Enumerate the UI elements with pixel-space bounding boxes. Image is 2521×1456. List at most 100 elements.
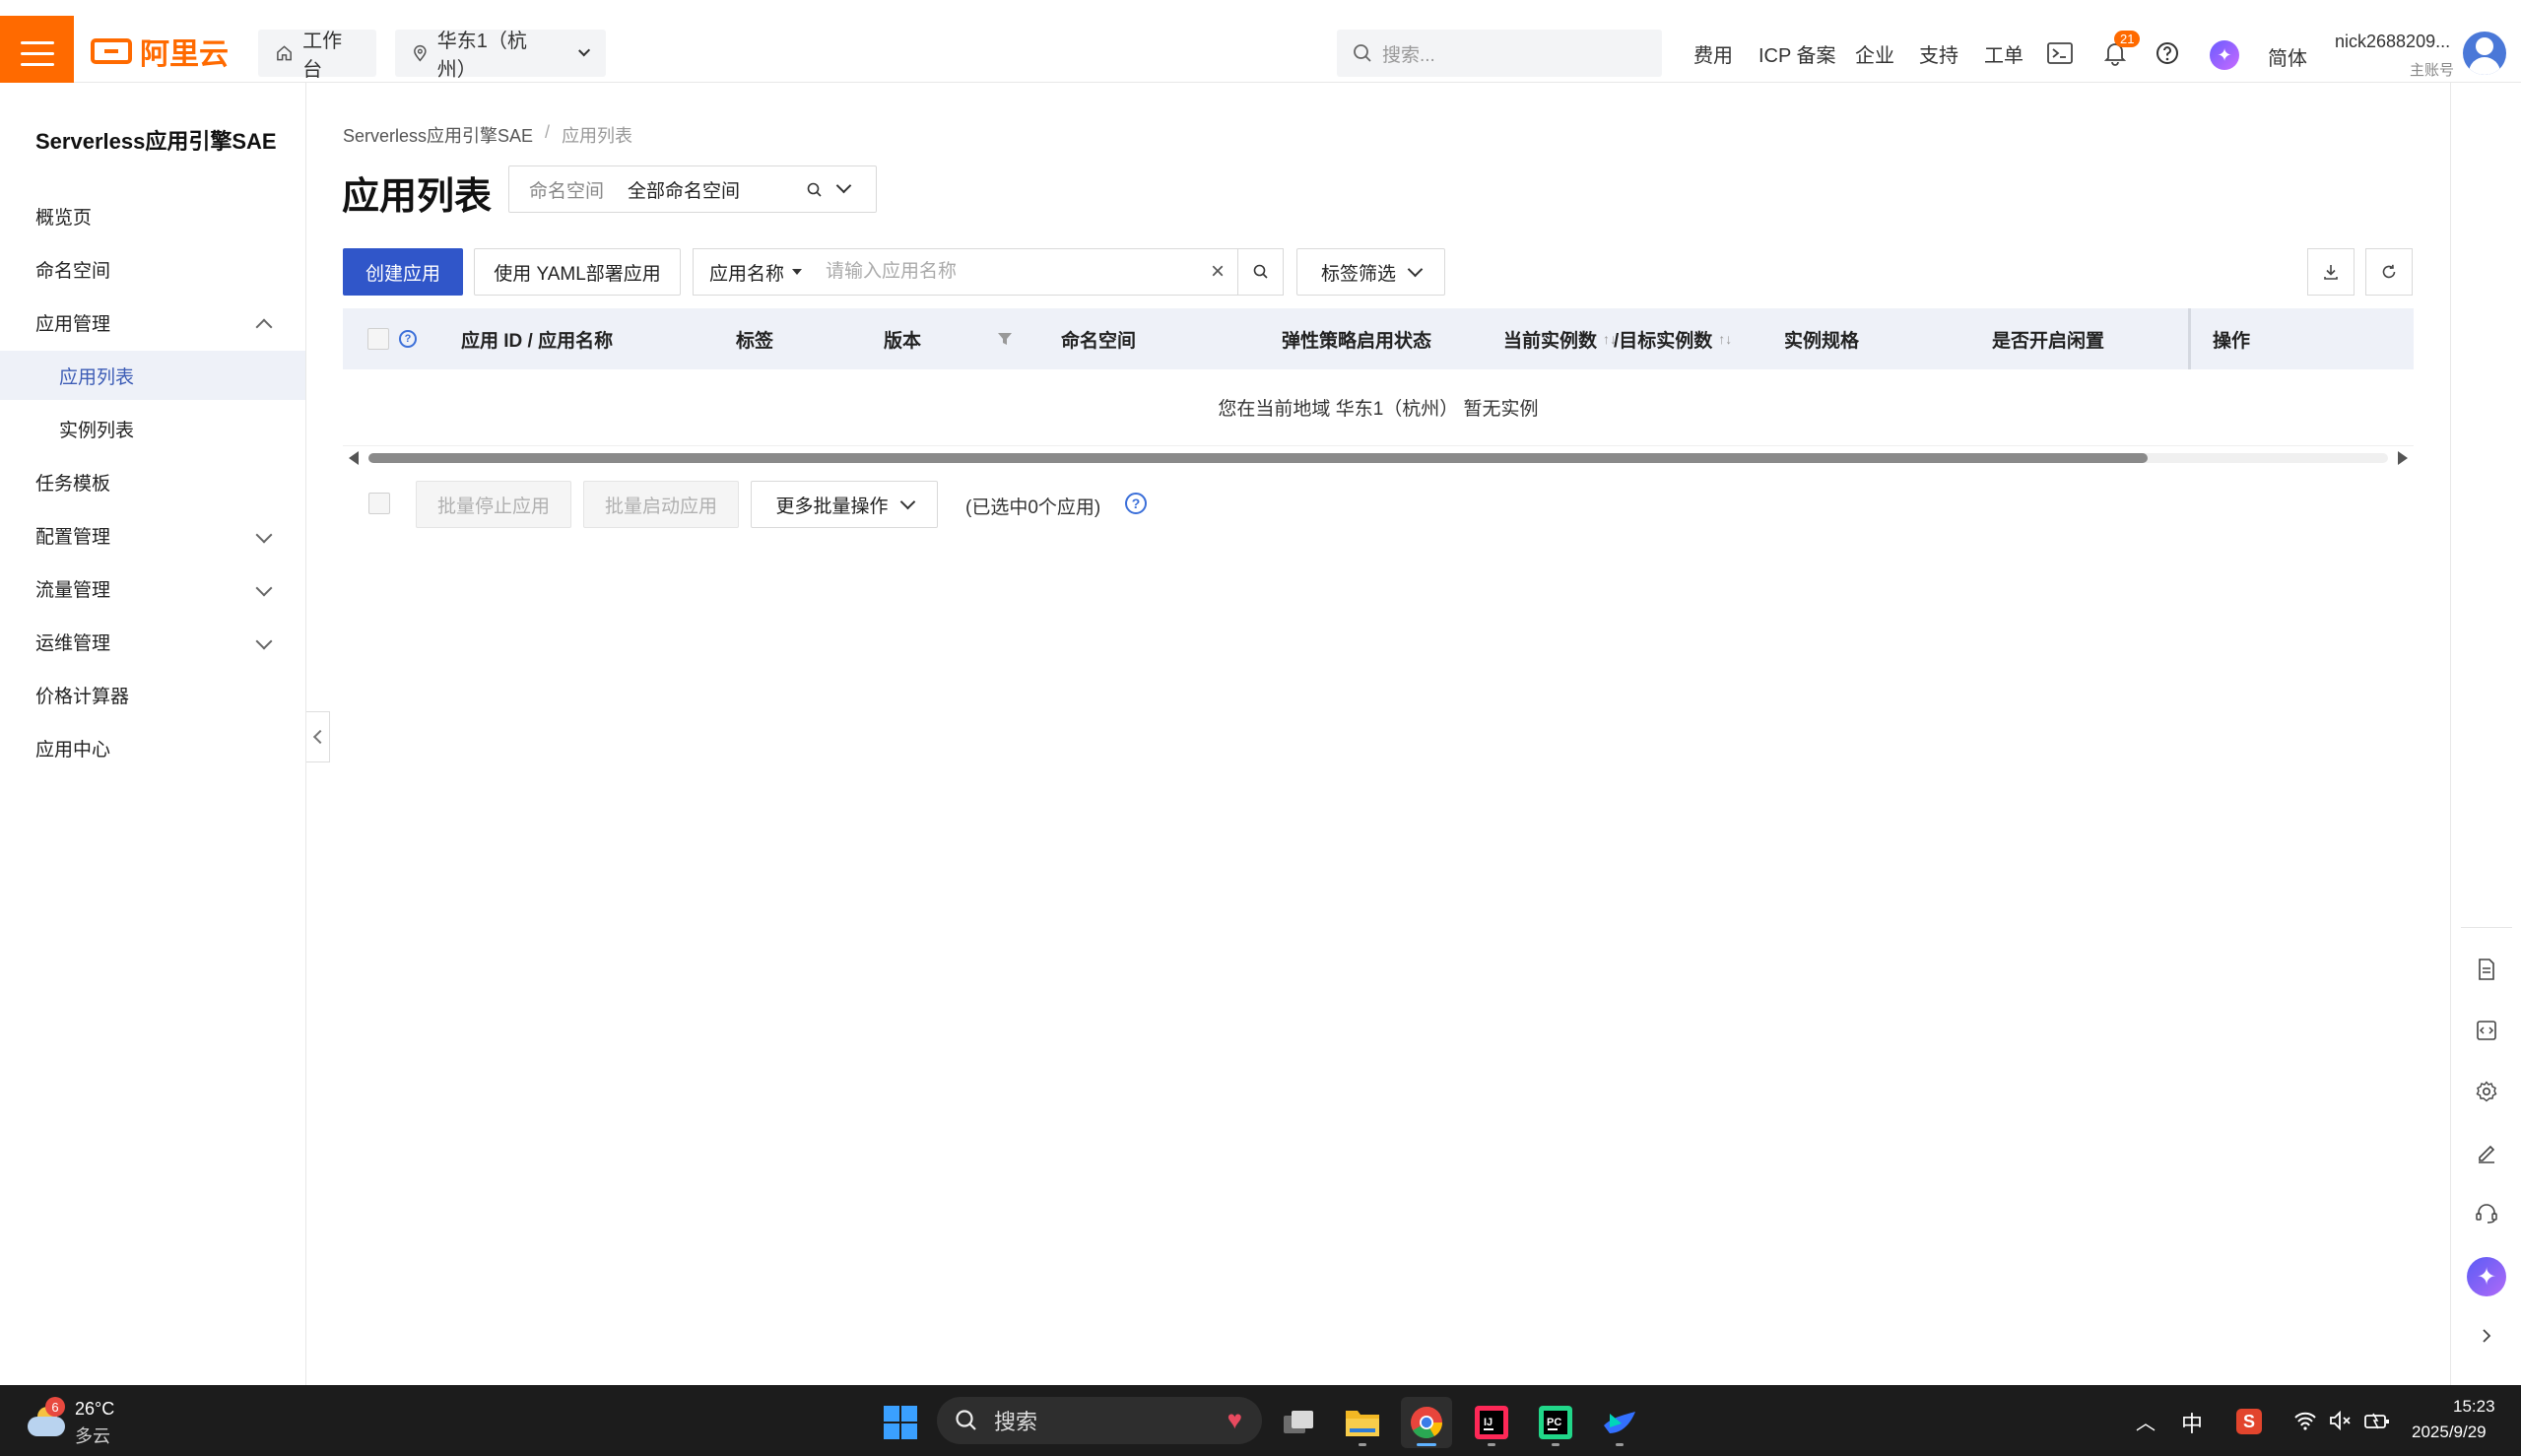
column-instance-spec: 实例规格 <box>1784 330 1860 352</box>
more-batch-button[interactable]: 更多批量操作 <box>751 481 938 528</box>
checkbox <box>367 328 389 350</box>
tag-filter-button[interactable]: 标签筛选 <box>1296 248 1445 296</box>
intellij-app[interactable]: IJ <box>1466 1397 1517 1448</box>
column-scaling-status: 弹性策略启用状态 <box>1282 330 1432 352</box>
chevron-down-icon <box>1407 261 1424 277</box>
batch-select-checkbox[interactable] <box>368 493 390 514</box>
ai-assistant-icon[interactable]: ✦ <box>2467 1257 2506 1296</box>
weather-icon[interactable]: 6 <box>26 1397 67 1438</box>
sidebar-item-app-list[interactable]: 应用列表 <box>0 351 305 400</box>
battery-icon[interactable] <box>2364 1411 2390 1430</box>
filter-icon[interactable] <box>997 308 1013 369</box>
sidebar-item-label: 应用中心 <box>35 739 111 761</box>
sidebar-collapse-button[interactable] <box>306 711 330 762</box>
sogou-input-icon[interactable]: S <box>2236 1409 2262 1434</box>
pycharm-app[interactable]: PC <box>1530 1397 1581 1448</box>
sidebar-item-label: 任务模板 <box>35 473 111 495</box>
chrome-app[interactable] <box>1401 1397 1452 1448</box>
taskbar-search[interactable]: 搜索 ♥ <box>937 1397 1262 1444</box>
task-view-button[interactable] <box>1273 1397 1324 1448</box>
chrome-icon <box>1411 1406 1442 1439</box>
link-ticket[interactable]: 工单 <box>1984 39 2023 68</box>
edit-icon[interactable] <box>2471 1137 2502 1168</box>
ai-assistant-icon[interactable]: ✦ <box>2210 40 2239 70</box>
refresh-button[interactable] <box>2365 248 2413 296</box>
ime-indicator[interactable]: 中 <box>2181 1407 2203 1438</box>
start-button[interactable] <box>875 1397 926 1448</box>
user-name[interactable]: nick2688209... <box>2335 32 2450 52</box>
chevron-down-icon <box>899 494 915 509</box>
folder-icon <box>1346 1411 1379 1436</box>
avatar[interactable] <box>2463 32 2506 75</box>
scroll-left-icon[interactable] <box>349 451 359 465</box>
sidebar-item-app-center[interactable]: 应用中心 <box>0 723 305 772</box>
chevron-right-icon[interactable] <box>2471 1320 2502 1352</box>
intellij-icon: IJ <box>1475 1406 1508 1439</box>
horizontal-scrollbar[interactable] <box>347 449 2410 465</box>
column-target-instances-label: /目标实例数 <box>1614 330 1713 352</box>
sidebar-item-label: 概览页 <box>35 207 93 229</box>
scroll-thumb[interactable] <box>368 453 2148 463</box>
gear-icon[interactable] <box>2471 1076 2502 1107</box>
column-target-instances[interactable]: /目标实例数 ↑↓ <box>1614 308 1732 369</box>
sidebar-item-instance-list[interactable]: 实例列表 <box>0 404 305 453</box>
top-links: 费用 ICP 备案 企业 支持 工单 <box>0 30 2521 77</box>
volume-muted-icon[interactable] <box>2329 1411 2353 1430</box>
lark-app[interactable] <box>1594 1397 1645 1448</box>
customer-service-icon[interactable] <box>2471 1198 2502 1229</box>
sidebar-item-ops-management[interactable]: 运维管理 <box>0 617 305 666</box>
select-all-checkbox[interactable] <box>367 308 389 369</box>
sidebar-item-app-management[interactable]: 应用管理 <box>0 298 305 347</box>
search-icon <box>956 1410 976 1430</box>
link-billing[interactable]: 费用 <box>1693 39 1733 68</box>
sidebar-item-namespace[interactable]: 命名空间 <box>0 244 305 294</box>
sidebar-item-price-calculator[interactable]: 价格计算器 <box>0 670 305 719</box>
sidebar-item-label: 应用列表 <box>59 366 135 388</box>
wifi-icon[interactable] <box>2293 1411 2317 1430</box>
link-icp[interactable]: ICP 备案 <box>1758 39 1836 68</box>
help-icon[interactable]: ? <box>1125 493 1147 514</box>
weather-temperature: 26°C <box>75 1399 115 1419</box>
taskbar-search-label: 搜索 <box>994 1410 1038 1434</box>
column-tags: 标签 <box>736 330 774 352</box>
document-icon[interactable] <box>2471 954 2502 985</box>
column-version: 版本 <box>884 330 922 352</box>
help-icon[interactable]: ? <box>399 308 417 369</box>
batch-stop-button[interactable]: 批量停止应用 <box>416 481 571 528</box>
batch-start-button[interactable]: 批量启动应用 <box>583 481 739 528</box>
download-icon <box>2324 265 2338 280</box>
app-name-search-input[interactable] <box>808 249 1198 295</box>
sidebar-item-config-management[interactable]: 配置管理 <box>0 510 305 560</box>
link-enterprise[interactable]: 企业 <box>1855 39 1894 68</box>
scroll-right-icon[interactable] <box>2398 451 2408 465</box>
tray-overflow-icon[interactable]: ︿ <box>2136 1407 2156 1435</box>
search-field-label: 应用名称 <box>709 263 785 285</box>
column-current-instances[interactable]: 当前实例数 ↑↓ <box>1503 308 1617 369</box>
clear-icon[interactable]: × <box>1198 258 1237 286</box>
clock-date[interactable]: 2025/9/29 <box>2412 1423 2487 1442</box>
language-switch[interactable]: 简体 <box>2268 42 2307 71</box>
clock-time[interactable]: 15:23 <box>2453 1397 2495 1417</box>
terminal-icon[interactable] <box>2047 42 2073 69</box>
link-support[interactable]: 支持 <box>1919 39 1958 68</box>
namespace-selector[interactable]: 命名空间 全部命名空间 <box>508 165 877 213</box>
sidebar-item-job-template[interactable]: 任务模板 <box>0 457 305 506</box>
breadcrumb-root[interactable]: Serverless应用引擎SAE <box>343 122 533 148</box>
download-button[interactable] <box>2307 248 2355 296</box>
sidebar-item-traffic-management[interactable]: 流量管理 <box>0 563 305 613</box>
help-icon[interactable] <box>2156 41 2179 70</box>
api-icon[interactable] <box>2471 1015 2502 1046</box>
create-app-button[interactable]: 创建应用 <box>343 248 463 296</box>
sidebar-item-overview[interactable]: 概览页 <box>0 191 305 240</box>
pycharm-icon: PC <box>1539 1406 1572 1439</box>
yaml-deploy-button[interactable]: 使用 YAML部署应用 <box>474 248 681 296</box>
search-button[interactable] <box>1237 249 1283 295</box>
file-explorer-app[interactable] <box>1337 1397 1388 1448</box>
user-role: 主账号 <box>2409 62 2454 79</box>
bell-icon[interactable]: 21 <box>2103 31 2141 71</box>
empty-state: 您在当前地域 华东1（杭州） 暂无实例 <box>343 369 2414 446</box>
breadcrumb-separator: / <box>545 122 551 142</box>
search-field-selector[interactable]: 应用名称 <box>694 249 808 295</box>
sidebar: Serverless应用引擎SAE 概览页 命名空间 应用管理 应用列表 实例列… <box>0 83 306 1385</box>
tag-filter-label: 标签筛选 <box>1320 263 1396 285</box>
